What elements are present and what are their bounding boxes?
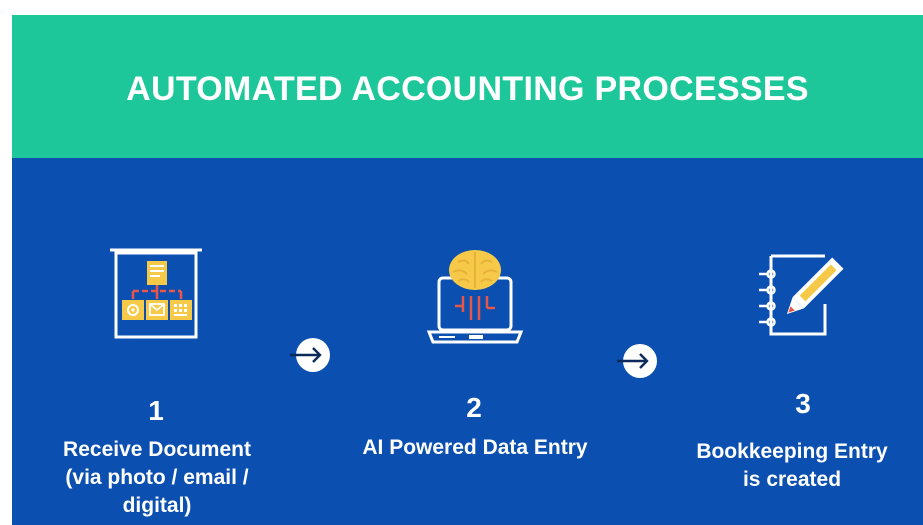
process-panel: 1 2 3 Receive Document (via photo / emai… [12,158,923,525]
step-2-label-line: AI Powered Data Entry [362,436,588,459]
step-2-label: AI Powered Data Entry [330,434,620,462]
infographic: AUTOMATED ACCOUNTING PROCESSES 1 2 3 Rec… [12,15,923,525]
step-1-label: Receive Document (via photo / email / di… [32,436,282,520]
step-3-label-line: is created [742,468,842,491]
header-banner: AUTOMATED ACCOUNTING PROCESSES [12,15,923,158]
step-3-label-line: Bookkeeping Entry [696,440,888,463]
step-3-label: Bookkeeping Entry is created [672,438,912,494]
step-3-number: 3 [795,388,811,419]
document-workflow-icon [110,248,202,339]
notebook-pencil-icon [759,254,844,336]
arrow-right-icon [617,344,657,378]
step-1-label-line: digital) [122,494,192,517]
step-2-number: 2 [466,392,482,423]
ai-brain-laptop-icon [426,250,524,344]
page-title: AUTOMATED ACCOUNTING PROCESSES [126,70,809,108]
step-1-label-line: Receive Document [63,438,251,461]
step-1-number: 1 [148,395,164,426]
step-1-label-line: (via photo / email / [65,466,249,489]
arrow-right-icon [290,338,330,372]
